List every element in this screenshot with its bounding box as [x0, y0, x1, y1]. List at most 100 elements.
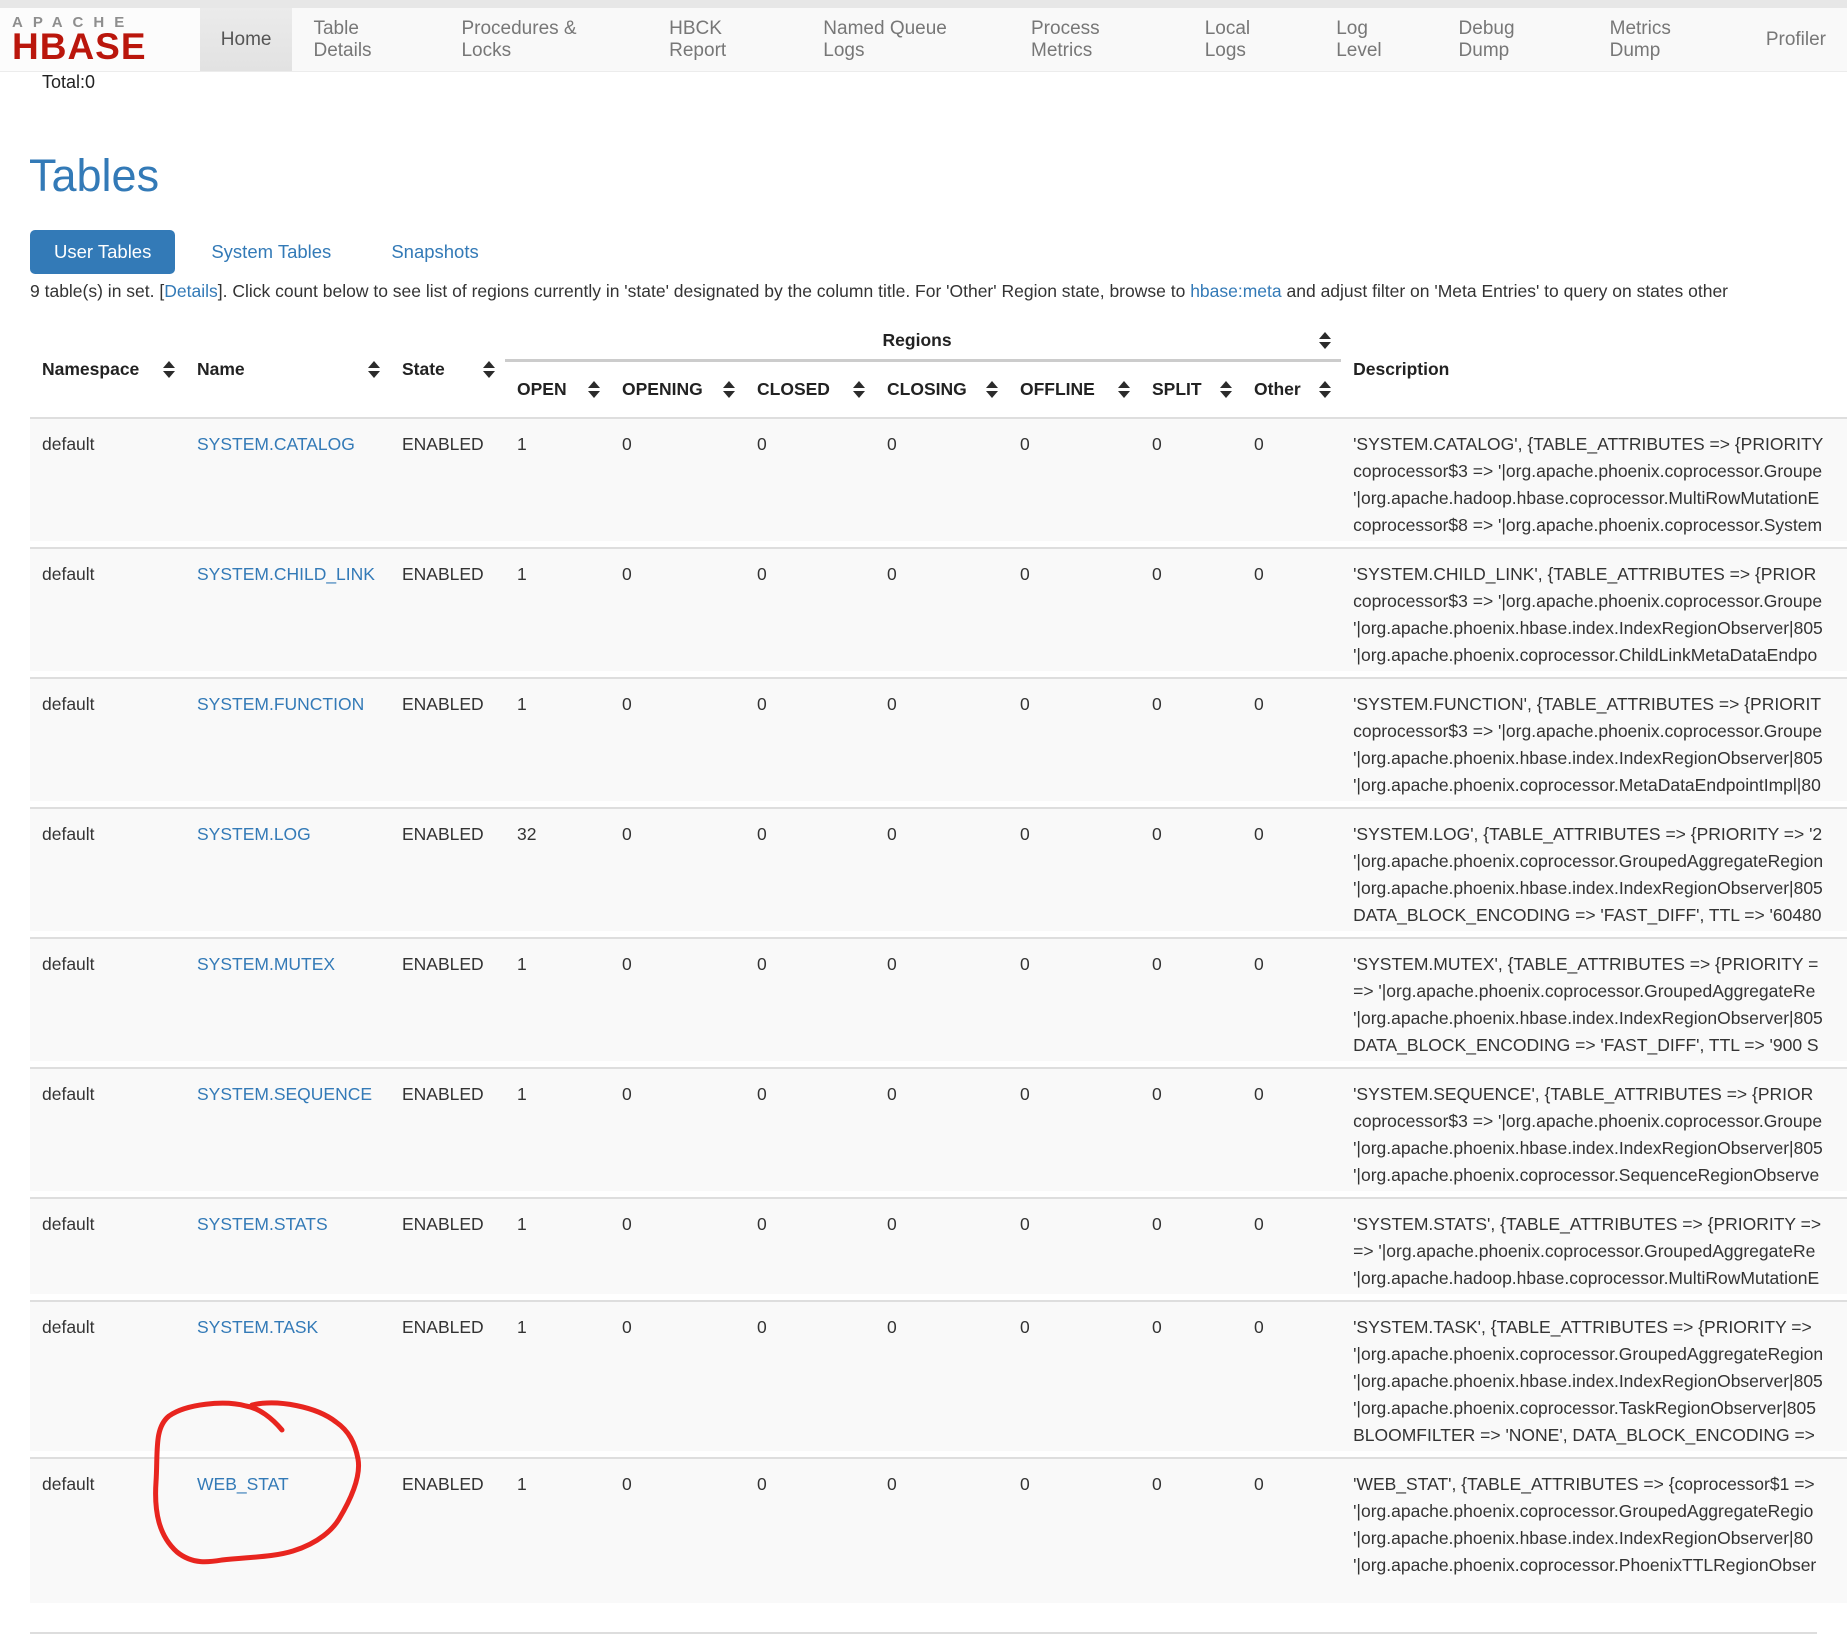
region-count-offline[interactable]: 0 [1008, 1067, 1140, 1197]
column-header-opening[interactable]: OPENING [610, 362, 745, 417]
table-name-link[interactable]: SYSTEM.TASK [197, 1317, 318, 1337]
region-count-other[interactable]: 0 [1242, 1457, 1341, 1609]
region-count-closed[interactable]: 0 [745, 937, 875, 1067]
hbase-meta-link[interactable]: hbase:meta [1190, 281, 1281, 301]
region-count-opening[interactable]: 0 [610, 417, 745, 547]
region-count-opening[interactable]: 0 [610, 1067, 745, 1197]
region-count-opening[interactable]: 0 [610, 547, 745, 677]
region-count-closed[interactable]: 0 [745, 417, 875, 547]
region-count-closing[interactable]: 0 [875, 547, 1008, 677]
table-name-link[interactable]: SYSTEM.STATS [197, 1214, 328, 1234]
region-count-closed[interactable]: 0 [745, 677, 875, 807]
column-header-split[interactable]: SPLIT [1140, 362, 1242, 417]
region-count-split[interactable]: 0 [1140, 677, 1242, 807]
nav-item-profiler[interactable]: Profiler [1745, 8, 1847, 71]
region-count-opening[interactable]: 0 [610, 1457, 745, 1609]
region-count-other[interactable]: 0 [1242, 1197, 1341, 1300]
region-count-split[interactable]: 0 [1140, 1067, 1242, 1197]
table-name-link[interactable]: SYSTEM.CATALOG [197, 434, 355, 454]
details-link[interactable]: Details [164, 281, 218, 301]
nav-item-home[interactable]: Home [200, 8, 293, 71]
nav-item-local-logs[interactable]: Local Logs [1184, 8, 1316, 71]
region-count-closing[interactable]: 0 [875, 417, 1008, 547]
region-count-opening[interactable]: 0 [610, 677, 745, 807]
nav-item-metrics-dump[interactable]: Metrics Dump [1589, 8, 1745, 71]
tab-snapshots[interactable]: Snapshots [367, 230, 502, 274]
region-count-opening[interactable]: 0 [610, 937, 745, 1067]
region-count-closing[interactable]: 0 [875, 807, 1008, 937]
region-count-open[interactable]: 32 [505, 807, 610, 937]
region-count-open[interactable]: 1 [505, 937, 610, 1067]
column-header-closed[interactable]: CLOSED [745, 362, 875, 417]
region-count-open[interactable]: 1 [505, 1067, 610, 1197]
region-count-offline[interactable]: 0 [1008, 1300, 1140, 1457]
region-count-closed[interactable]: 0 [745, 1457, 875, 1609]
sort-icon[interactable] [483, 361, 495, 378]
sort-icon[interactable] [1118, 381, 1130, 398]
sort-icon[interactable] [723, 381, 735, 398]
region-count-other[interactable]: 0 [1242, 1300, 1341, 1457]
table-name-link[interactable]: WEB_STAT [197, 1474, 289, 1494]
table-name-link[interactable]: SYSTEM.LOG [197, 824, 311, 844]
region-count-other[interactable]: 0 [1242, 937, 1341, 1067]
sort-icon[interactable] [588, 381, 600, 398]
column-header-open[interactable]: OPEN [505, 362, 610, 417]
column-group-header-regions[interactable]: Regions [505, 322, 1341, 362]
nav-item-named-queue-logs[interactable]: Named Queue Logs [802, 8, 1010, 71]
region-count-closing[interactable]: 0 [875, 677, 1008, 807]
sort-icon[interactable] [163, 361, 175, 378]
sort-icon[interactable] [368, 361, 380, 378]
region-count-offline[interactable]: 0 [1008, 417, 1140, 547]
region-count-other[interactable]: 0 [1242, 547, 1341, 677]
tab-system-tables[interactable]: System Tables [187, 230, 355, 274]
region-count-split[interactable]: 0 [1140, 1197, 1242, 1300]
region-count-split[interactable]: 0 [1140, 417, 1242, 547]
table-name-link[interactable]: SYSTEM.SEQUENCE [197, 1084, 372, 1104]
region-count-closed[interactable]: 0 [745, 1300, 875, 1457]
sort-icon[interactable] [1319, 381, 1331, 398]
region-count-open[interactable]: 1 [505, 1300, 610, 1457]
region-count-closing[interactable]: 0 [875, 1067, 1008, 1197]
region-count-open[interactable]: 1 [505, 417, 610, 547]
region-count-open[interactable]: 1 [505, 547, 610, 677]
region-count-split[interactable]: 0 [1140, 807, 1242, 937]
region-count-split[interactable]: 0 [1140, 547, 1242, 677]
region-count-closing[interactable]: 0 [875, 1300, 1008, 1457]
column-header-offline[interactable]: OFFLINE [1008, 362, 1140, 417]
region-count-closed[interactable]: 0 [745, 547, 875, 677]
region-count-split[interactable]: 0 [1140, 1457, 1242, 1609]
region-count-offline[interactable]: 0 [1008, 1457, 1140, 1609]
table-name-link[interactable]: SYSTEM.FUNCTION [197, 694, 364, 714]
region-count-closed[interactable]: 0 [745, 807, 875, 937]
sort-icon[interactable] [853, 381, 865, 398]
table-name-link[interactable]: SYSTEM.CHILD_LINK [197, 564, 375, 584]
nav-item-log-level[interactable]: Log Level [1315, 8, 1437, 71]
column-header-other[interactable]: Other [1242, 362, 1341, 417]
region-count-offline[interactable]: 0 [1008, 807, 1140, 937]
region-count-closing[interactable]: 0 [875, 1457, 1008, 1609]
region-count-open[interactable]: 1 [505, 1197, 610, 1300]
region-count-offline[interactable]: 0 [1008, 937, 1140, 1067]
region-count-split[interactable]: 0 [1140, 937, 1242, 1067]
nav-item-procedures-locks[interactable]: Procedures & Locks [440, 8, 648, 71]
column-header-closing[interactable]: CLOSING [875, 362, 1008, 417]
table-name-link[interactable]: SYSTEM.MUTEX [197, 954, 335, 974]
region-count-closing[interactable]: 0 [875, 937, 1008, 1067]
region-count-other[interactable]: 0 [1242, 807, 1341, 937]
region-count-opening[interactable]: 0 [610, 1300, 745, 1457]
hbase-logo[interactable]: APACHE HBASE [0, 8, 200, 71]
region-count-closed[interactable]: 0 [745, 1197, 875, 1300]
region-count-other[interactable]: 0 [1242, 677, 1341, 807]
region-count-offline[interactable]: 0 [1008, 1197, 1140, 1300]
nav-item-hbck-report[interactable]: HBCK Report [648, 8, 802, 71]
region-count-split[interactable]: 0 [1140, 1300, 1242, 1457]
region-count-offline[interactable]: 0 [1008, 677, 1140, 807]
region-count-open[interactable]: 1 [505, 677, 610, 807]
region-count-opening[interactable]: 0 [610, 1197, 745, 1300]
column-header-name[interactable]: Name [185, 322, 390, 417]
region-count-other[interactable]: 0 [1242, 1067, 1341, 1197]
region-count-opening[interactable]: 0 [610, 807, 745, 937]
column-header-state[interactable]: State [390, 322, 505, 417]
nav-item-table-details[interactable]: Table Details [292, 8, 440, 71]
sort-icon[interactable] [1319, 332, 1331, 349]
